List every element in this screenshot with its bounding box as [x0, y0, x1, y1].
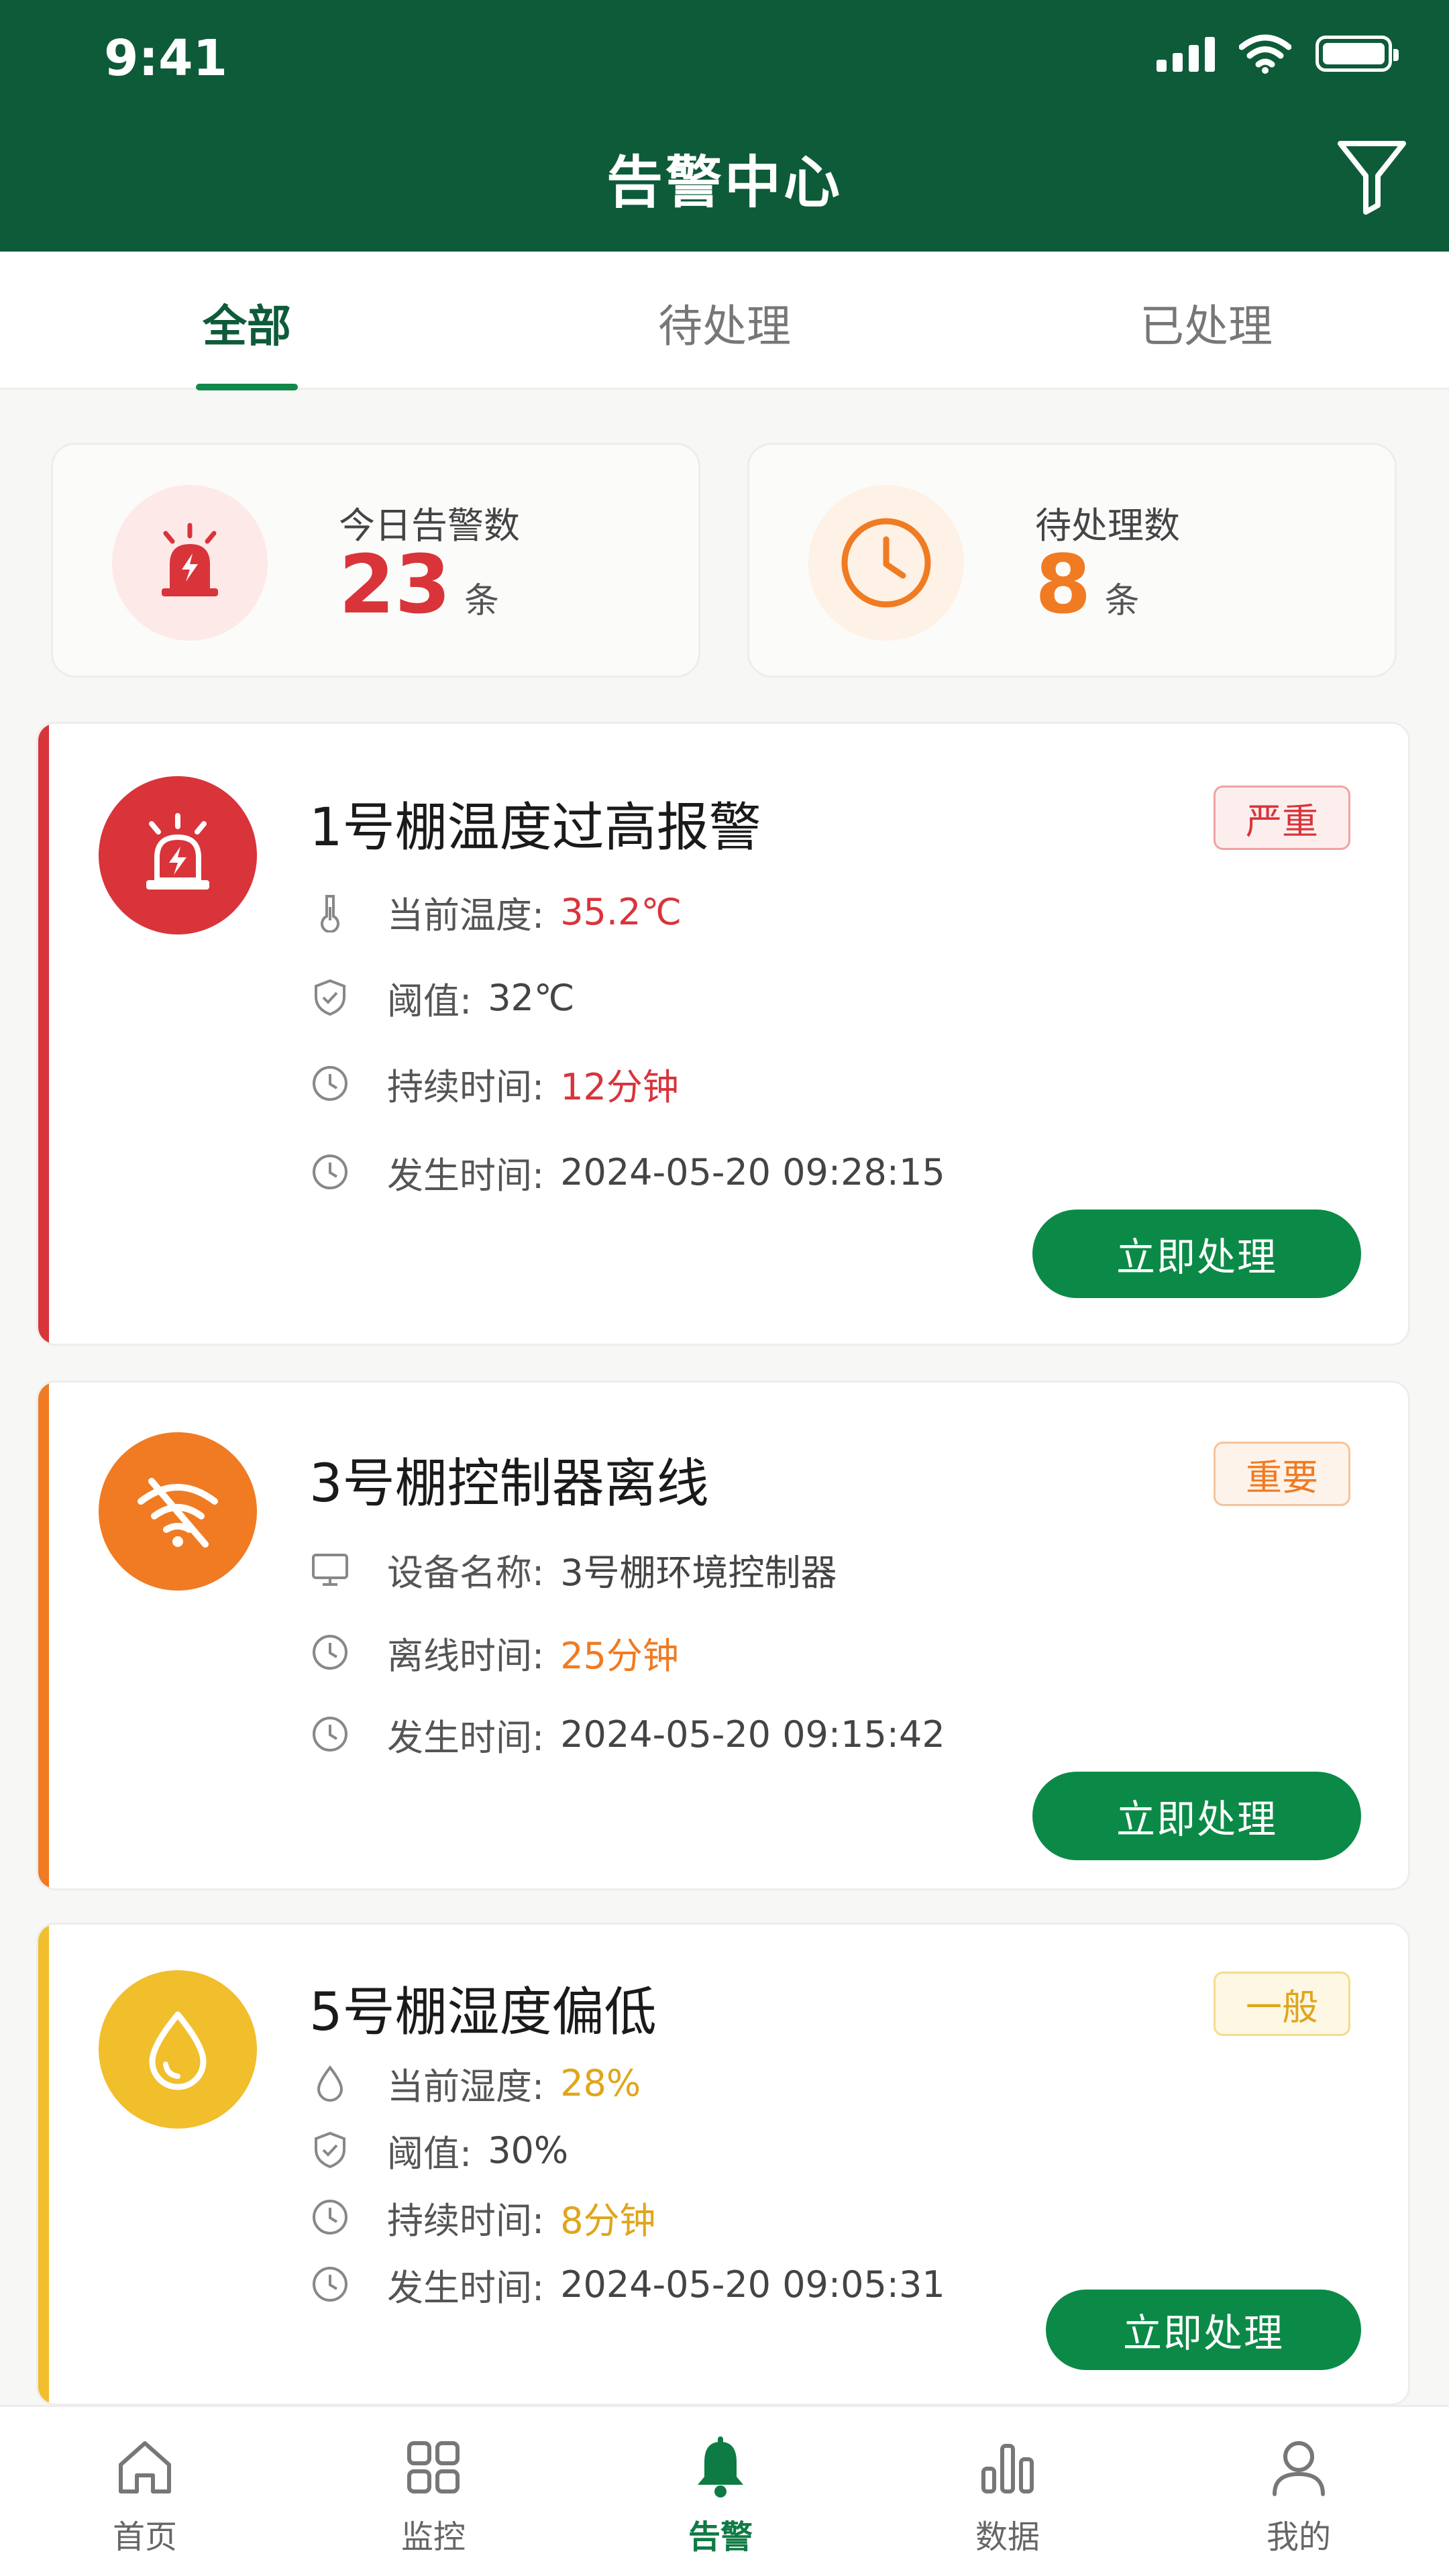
- tab-pending[interactable]: 待处理: [658, 290, 791, 355]
- clock-icon: [313, 1155, 347, 1189]
- nav-item-monitor[interactable]: 监控: [360, 2434, 507, 2557]
- clock-icon: [313, 2267, 347, 2302]
- alert-center-screen: 9:41 告警中心 全部 待处理 已处理 今日告警数 23 条 待处理数 8 条…: [0, 0, 1449, 2576]
- grid-icon: [407, 2441, 460, 2493]
- header: 9:41 告警中心: [0, 0, 1449, 252]
- clock-icon: [313, 1066, 347, 1101]
- severity-bar: [38, 724, 49, 1344]
- stat-value-pending: 8条: [1035, 539, 1140, 632]
- shield-check-icon: [315, 2131, 345, 2169]
- handle-now-button[interactable]: 立即处理: [1046, 2290, 1361, 2370]
- page-title: 告警中心: [606, 150, 843, 215]
- alert-card-offline[interactable]: 3号棚控制器离线 重要 设备名称: 3号棚环境控制器 离线时间: 25分钟 发生时间…: [36, 1381, 1410, 1890]
- handle-now-button[interactable]: 立即处理: [1032, 1210, 1361, 1298]
- signal-icon: [1157, 36, 1215, 72]
- alert-detail-row: 离线时间: 25分钟: [309, 1625, 679, 1679]
- water-drop-icon: [99, 1970, 257, 2129]
- severity-bar: [38, 1925, 49, 2404]
- battery-icon: [1316, 36, 1399, 72]
- filter-icon[interactable]: [1335, 136, 1409, 215]
- severity-badge: 重要: [1214, 1442, 1350, 1506]
- status-icons: [1157, 34, 1399, 74]
- bell-icon: [698, 2436, 743, 2498]
- nav-item-alert[interactable]: 告警: [647, 2434, 794, 2557]
- user-icon: [1273, 2441, 1325, 2496]
- alert-card-temperature[interactable]: 1号棚温度过高报警 严重 当前温度: 35.2℃ 阈值: 32℃ 持续时间: 12分钟…: [36, 722, 1410, 1346]
- alert-detail-row: 当前温度: 35.2℃: [309, 885, 682, 938]
- nav-item-me[interactable]: 我的: [1225, 2434, 1373, 2557]
- siren-icon: [99, 776, 257, 934]
- severity-badge: 一般: [1214, 1972, 1350, 2036]
- alert-card-humidity[interactable]: 5号棚湿度偏低 一般 当前湿度: 28% 阈值: 30% 持续时间: 8分钟 发生时间…: [36, 1923, 1410, 2406]
- stat-card-pending: 待处理数 8条: [747, 443, 1397, 678]
- alert-detail-row: 持续时间: 8分钟: [309, 2190, 656, 2244]
- alert-title: 5号棚湿度偏低: [309, 1982, 657, 2043]
- tab-active-indicator: [196, 384, 298, 390]
- alert-detail-row: 设备名称: 3号棚环境控制器: [309, 1542, 837, 1596]
- tab-bar: 全部 待处理 已处理: [0, 252, 1449, 390]
- alert-detail-row: 持续时间: 12分钟: [309, 1057, 679, 1110]
- status-time: 9:41: [104, 30, 228, 87]
- alert-detail-row: 当前湿度: 28%: [309, 2056, 641, 2110]
- handle-now-button[interactable]: 立即处理: [1032, 1772, 1361, 1860]
- clock-icon: [313, 2200, 347, 2235]
- tab-all[interactable]: 全部: [203, 290, 291, 355]
- alert-detail-row: 阈值: 30%: [309, 2123, 568, 2177]
- alert-detail-row: 发生时间: 2024-05-20 09:05:31: [309, 2257, 945, 2311]
- severity-bar: [38, 1383, 49, 1888]
- stat-card-today: 今日告警数 23 条: [51, 443, 700, 678]
- wifi-icon: [1239, 34, 1291, 74]
- thermometer-icon: [321, 895, 339, 932]
- home-icon: [119, 2441, 171, 2493]
- nav-item-data[interactable]: 数据: [934, 2434, 1081, 2557]
- droplet-icon: [317, 2065, 343, 2102]
- shield-check-icon: [315, 979, 345, 1016]
- alert-detail-row: 发生时间: 2024-05-20 09:15:42: [309, 1707, 945, 1761]
- clock-icon: [313, 1717, 347, 1752]
- alert-detail-row: 发生时间: 2024-05-20 09:28:15: [309, 1145, 945, 1199]
- monitor-icon: [312, 1554, 348, 1586]
- severity-badge: 严重: [1214, 786, 1350, 850]
- alert-title: 1号棚温度过高报警: [309, 798, 761, 858]
- nav-item-home[interactable]: 首页: [71, 2434, 219, 2557]
- alert-title: 3号棚控制器离线: [309, 1454, 709, 1514]
- bottom-nav: 首页 监控 告警 数据 我的: [0, 2405, 1449, 2576]
- bar-chart-icon: [981, 2444, 1034, 2493]
- wifi-off-icon: [99, 1432, 257, 1591]
- clock-icon: [808, 485, 964, 641]
- alert-detail-row: 阈值: 32℃: [309, 971, 575, 1024]
- tab-processed[interactable]: 已处理: [1140, 290, 1273, 355]
- clock-icon: [313, 1635, 347, 1670]
- siren-icon: [112, 485, 268, 641]
- stat-value-today: 23 条: [339, 539, 500, 632]
